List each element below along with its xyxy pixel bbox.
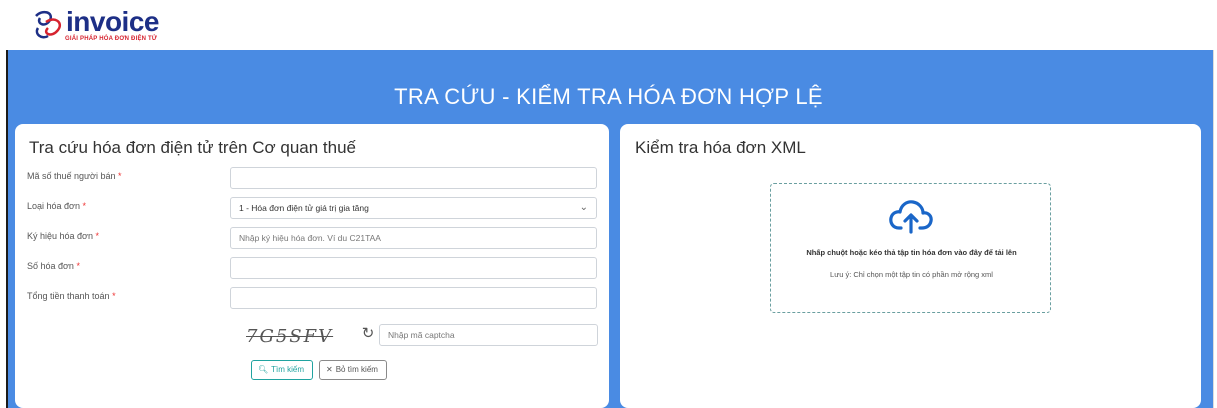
brand-name: invoice <box>66 6 159 37</box>
clear-search-button[interactable]: ✕ Bỏ tìm kiếm <box>319 360 387 380</box>
lookup-card-title: Tra cứu hóa đơn điện tử trên Cơ quan thu… <box>29 138 357 157</box>
invoice-symbol-input[interactable]: Nhập ký hiệu hóa đơn. Ví du C21TAA <box>230 227 597 249</box>
search-button-label: Tìm kiếm <box>271 365 305 374</box>
invoice-number-row: Số hóa đơn * <box>15 257 609 279</box>
seller-tax-code-row: Mã số thuế người bán * <box>15 167 609 189</box>
brand-logo[interactable]: invoice GIẢI PHÁP HÓA ĐƠN ĐIỆN TỬ <box>32 6 182 48</box>
clear-search-button-label: Bỏ tìm kiếm <box>335 365 378 374</box>
xml-upload-dropzone[interactable]: Nhấp chuột hoặc kéo thả tập tin hóa đơn … <box>770 183 1051 313</box>
invoice-type-select[interactable]: 1 - Hóa đơn điện tử giá trị gia tăng ⌄ <box>230 197 597 219</box>
chevron-down-icon: ⌄ <box>579 202 588 213</box>
brand-tagline: GIẢI PHÁP HÓA ĐƠN ĐIỆN TỬ <box>65 36 158 42</box>
captcha-image: 7G5SFV <box>230 324 352 348</box>
captcha-input[interactable]: Nhập mã captcha <box>379 324 598 346</box>
xml-check-card: Kiểm tra hóa đơn XML Nhấp chuột hoặc kéo… <box>620 124 1201 408</box>
invoice-type-value: 1 - Hóa đơn điện tử giá trị gia tăng <box>239 203 369 213</box>
invoice-number-input[interactable] <box>230 257 597 279</box>
invoice-number-label: Số hóa đơn * <box>27 261 80 271</box>
lookup-card: Tra cứu hóa đơn điện tử trên Cơ quan thu… <box>15 124 609 408</box>
invoice-symbol-label: Ký hiệu hóa đơn * <box>27 231 99 241</box>
refresh-icon[interactable]: ↻ <box>360 324 376 344</box>
dropzone-note: Lưu ý: Chỉ chọn một tập tin có phần mở r… <box>830 270 993 279</box>
captcha-text: 7G5SFV <box>246 326 334 347</box>
cloud-upload-icon <box>889 200 933 234</box>
seller-tax-code-input[interactable] <box>230 167 597 189</box>
xml-check-card-title: Kiểm tra hóa đơn XML <box>635 138 806 157</box>
search-button[interactable]: 🔍︎ Tìm kiếm <box>251 360 313 380</box>
total-amount-input[interactable] <box>230 287 597 309</box>
dropzone-instruction: Nhấp chuột hoặc kéo thả tập tin hóa đơn … <box>806 248 1017 257</box>
invoice-symbol-row: Ký hiệu hóa đơn * Nhập ký hiệu hóa đơn. … <box>15 227 609 249</box>
total-amount-label: Tổng tiền thanh toán * <box>27 291 116 301</box>
invoice-type-label: Loại hóa đơn * <box>27 201 86 211</box>
search-icon: 🔍︎ <box>258 365 269 374</box>
page-title: TRA CỨU - KIỂM TRA HÓA ĐƠN HỢP LỆ <box>394 84 823 109</box>
window-right-border <box>1213 0 1214 408</box>
top-header: invoice GIẢI PHÁP HÓA ĐƠN ĐIỆN TỬ <box>0 0 1217 50</box>
seller-tax-code-label: Mã số thuế người bán * <box>27 171 122 181</box>
invoice-type-row: Loại hóa đơn * 1 - Hóa đơn điện tử giá t… <box>15 197 609 219</box>
brand-logo-icon <box>35 10 62 39</box>
close-icon: ✕ <box>326 365 333 374</box>
total-amount-row: Tổng tiền thanh toán * <box>15 287 609 309</box>
